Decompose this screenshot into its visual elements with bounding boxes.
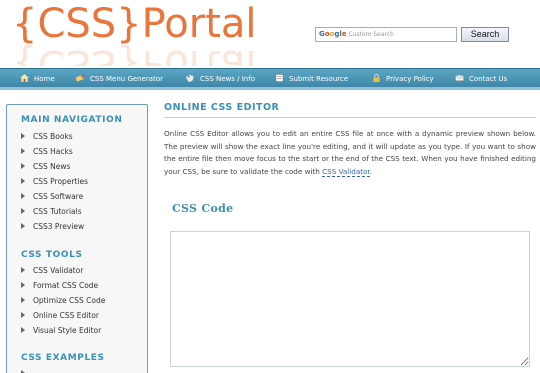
- sidebar-heading-main-navigation: MAIN NAVIGATION: [21, 115, 123, 125]
- nav-label: Home: [34, 75, 55, 83]
- sidebar-item-css3-preview[interactable]: CSS3 Preview: [21, 222, 84, 231]
- sidebar-item-css-hacks[interactable]: CSS Hacks: [21, 147, 73, 156]
- document-icon: [275, 74, 284, 82]
- bullet-arrow-icon: [21, 193, 25, 199]
- search-placeholder: Custom Search: [348, 31, 394, 38]
- bullet-arrow-icon: [21, 267, 25, 273]
- intro-paragraph: Online CSS Editor allows you to edit an …: [164, 128, 536, 178]
- bullet-arrow-icon: [21, 148, 25, 154]
- css-validator-link[interactable]: CSS Validator: [322, 166, 370, 177]
- nav-label: CSS Menu Generator: [90, 75, 163, 83]
- search-button[interactable]: Search: [461, 27, 509, 42]
- bullet-arrow-icon: [21, 208, 25, 214]
- sidebar-item-css-properties[interactable]: CSS Properties: [21, 177, 88, 186]
- sidebar: MAIN NAVIGATION CSS Books CSS Hacks CSS …: [6, 104, 148, 373]
- sidebar-item-css-news[interactable]: CSS News: [21, 162, 70, 171]
- nav-item-privacy[interactable]: Privacy Policy: [372, 69, 434, 89]
- sidebar-item-visual-style-editor[interactable]: Visual Style Editor: [21, 326, 101, 335]
- css-code-heading: CSS Code: [172, 202, 234, 215]
- css-code-textarea[interactable]: [170, 231, 530, 367]
- bullet-arrow-icon: [21, 133, 25, 139]
- top-nav: Home CSS Menu Generator CSS News / Info …: [0, 68, 540, 90]
- google-logo: Google: [319, 30, 347, 38]
- mail-icon: [455, 75, 464, 81]
- header: {CSS}Portal {CSS}Portal Google Custom Se…: [0, 0, 540, 68]
- sidebar-item-online-css-editor[interactable]: Online CSS Editor: [21, 311, 99, 320]
- logo-reflection: {CSS}Portal: [12, 41, 257, 66]
- sidebar-heading-css-tools: CSS TOOLS: [21, 250, 83, 260]
- bullet-arrow-icon: [21, 223, 25, 229]
- bullet-arrow-icon: [21, 163, 25, 169]
- bullet-arrow-icon: [21, 297, 25, 303]
- search-input[interactable]: Google Custom Search: [315, 27, 457, 42]
- bullet-arrow-icon: [21, 178, 25, 184]
- paint-icon: [76, 74, 85, 82]
- sidebar-item-optimize-css-code[interactable]: Optimize CSS Code: [21, 296, 105, 305]
- nav-label: Privacy Policy: [386, 75, 434, 83]
- sidebar-item-truncated[interactable]: [21, 369, 33, 373]
- intro-end: .: [369, 166, 373, 176]
- sidebar-item-css-validator[interactable]: CSS Validator: [21, 266, 83, 275]
- tag-icon: [186, 74, 194, 82]
- site-logo[interactable]: {CSS}Portal {CSS}Portal: [12, 0, 257, 66]
- sidebar-item-css-books[interactable]: CSS Books: [21, 132, 73, 141]
- nav-item-submit[interactable]: Submit Resource: [275, 69, 348, 89]
- nav-label: Submit Resource: [289, 75, 349, 83]
- nav-item-menu-generator[interactable]: CSS Menu Generator: [76, 69, 163, 89]
- nav-label: CSS News / Info: [200, 75, 255, 83]
- sidebar-item-css-software[interactable]: CSS Software: [21, 192, 83, 201]
- nav-item-news[interactable]: CSS News / Info: [186, 69, 255, 89]
- sidebar-item-format-css-code[interactable]: Format CSS Code: [21, 281, 98, 290]
- bullet-arrow-icon: [21, 327, 25, 333]
- sidebar-heading-css-examples: CSS EXAMPLES: [21, 353, 105, 363]
- bullet-arrow-icon: [21, 282, 25, 288]
- nav-item-contact[interactable]: Contact Us: [455, 69, 507, 89]
- home-icon: [20, 74, 29, 82]
- sidebar-item-css-tutorials[interactable]: CSS Tutorials: [21, 207, 82, 216]
- nav-item-home[interactable]: Home: [20, 69, 55, 89]
- bullet-arrow-icon: [21, 312, 25, 318]
- page-title: ONLINE CSS EDITOR: [164, 102, 536, 118]
- lock-icon: [373, 74, 380, 82]
- nav-label: Contact Us: [469, 75, 508, 83]
